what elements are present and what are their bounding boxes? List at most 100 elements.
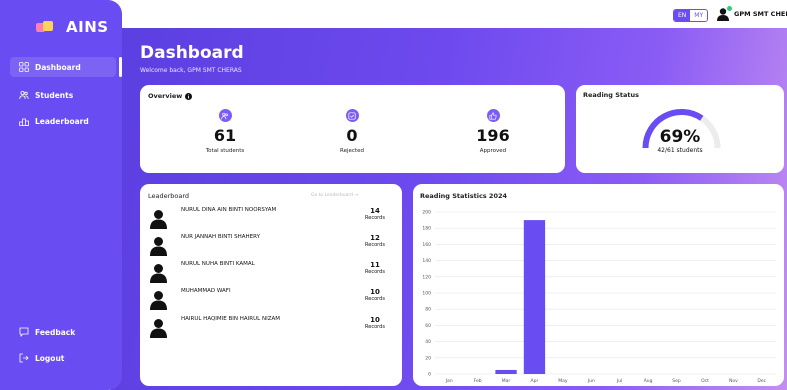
sidebar-item-label: Leaderboard	[35, 116, 89, 126]
y-tick-label: 100	[422, 291, 431, 297]
lang-my-button[interactable]: MY	[690, 10, 708, 21]
sidebar-item-label: Students	[35, 90, 74, 100]
stat-value: 0	[346, 126, 358, 145]
info-icon[interactable]	[185, 92, 193, 100]
reading-statistics-chart: 0 20 40 60 80 100 120 140 160 180 200 Jan Feb Mar Apr M…	[422, 210, 776, 384]
x-tick-label: Mar	[502, 378, 511, 384]
sidebar-item-students[interactable]: Students	[10, 85, 116, 105]
reading-percent: 69%	[659, 127, 701, 147]
check-square-icon	[345, 109, 359, 122]
stat-label: Approved	[479, 148, 507, 154]
go-to-leaderboard-link[interactable]: Go to Leaderboard →	[311, 193, 358, 198]
leaderboard-title: Leaderboard	[148, 192, 190, 200]
logout-icon	[19, 353, 29, 363]
student-name: NURUL NUHA BINTI KAMAL	[181, 261, 255, 267]
student-name: HAIRUL HAQIMIE BIN HAIRUL NIZAM	[181, 316, 280, 322]
app-logo[interactable]: AINS	[36, 18, 109, 36]
app-name: AINS	[66, 18, 109, 36]
stat-value: 196	[476, 126, 510, 145]
x-tick-label: Feb	[474, 378, 482, 384]
sidebar-item-dashboard[interactable]: Dashboard	[10, 57, 116, 77]
stat-approved: 196 Approved	[448, 109, 538, 154]
user-avatar-icon	[716, 6, 732, 21]
student-avatar-icon	[150, 210, 167, 229]
leaderboard-row[interactable]: MUHAMMAD WAFI 10 Records	[150, 288, 390, 312]
student-name: NURUL DINA AIN BINTI NOORSYAM	[181, 207, 277, 213]
student-avatar-icon	[150, 291, 167, 310]
leaderboard-row[interactable]: NURUL NUHA BINTI KAMAL 11 Records	[150, 261, 390, 285]
student-avatar-icon	[150, 264, 167, 283]
y-tick-label: 60	[425, 323, 431, 329]
x-tick-label: Jul	[616, 378, 622, 384]
student-name: MUHAMMAD WAFI	[181, 288, 231, 294]
stat-label: Total students	[205, 148, 245, 154]
y-tick-label: 80	[425, 307, 431, 313]
stat-label: Rejected	[340, 148, 364, 154]
grid-icon	[19, 62, 29, 72]
record-count-unit: Records	[365, 215, 385, 221]
record-count: 10 Records	[360, 288, 390, 302]
leaderboard-row[interactable]: HAIRUL HAQIMIE BIN HAIRUL NIZAM 10 Records	[150, 316, 390, 340]
x-tick-label: Nov	[729, 378, 738, 384]
y-tick-label: 0	[428, 372, 431, 378]
record-count-value: 10	[370, 288, 380, 296]
users-icon	[218, 109, 232, 122]
overview-card: Overview 61 Total students 0 Rejected 19…	[140, 85, 565, 173]
x-tick-label: May	[558, 378, 568, 384]
x-tick-label: Aug	[644, 378, 653, 384]
lang-en-button[interactable]: EN	[674, 10, 691, 21]
sidebar-item-logout[interactable]: Logout	[10, 348, 116, 368]
overview-title: Overview	[148, 92, 183, 100]
record-count-value: 10	[370, 316, 380, 324]
reading-statistics-card: Reading Statistics 2024 0 20 40 60 80 100 120 1…	[413, 184, 784, 386]
podium-icon	[19, 118, 29, 126]
x-tick-label: Apr	[531, 378, 539, 384]
student-avatar-icon	[150, 237, 167, 256]
stat-total-students: 61 Total students	[180, 109, 270, 154]
student-name: NUR JANNAH BINTI SHAHERY	[181, 234, 260, 240]
y-tick-label: 200	[422, 210, 431, 216]
y-tick-label: 180	[422, 226, 431, 232]
sidebar-item-label: Logout	[35, 353, 65, 363]
reading-detail: 42/61 students	[657, 147, 703, 154]
bar-apr[interactable]	[523, 220, 546, 374]
sidebar-item-leaderboard[interactable]: Leaderboard	[10, 111, 116, 131]
logo-icon	[36, 21, 54, 33]
stat-rejected: 0 Rejected	[307, 109, 397, 154]
sidebar-item-label: Dashboard	[35, 62, 81, 72]
x-tick-label: Jan	[445, 378, 453, 384]
record-count-unit: Records	[365, 324, 385, 330]
active-indicator	[119, 57, 122, 77]
page-title: Dashboard	[140, 43, 244, 63]
record-count-unit: Records	[365, 269, 385, 275]
reading-status-card: Reading Status 69% 42/61 students	[576, 85, 784, 173]
user-menu[interactable]: GPM SMT CHERAS	[716, 6, 787, 21]
record-count: 10 Records	[360, 316, 390, 330]
y-tick-label: 120	[422, 274, 431, 280]
record-count-value: 12	[370, 234, 380, 242]
x-tick-label: Sep	[672, 378, 681, 384]
student-avatar-icon	[150, 319, 167, 338]
welcome-text: Welcome back, GPM SMT CHERAS	[140, 67, 242, 74]
y-tick-label: 40	[425, 339, 431, 345]
sidebar: AINS Dashboard Students Leaderboard Feed…	[0, 0, 122, 390]
x-tick-label: Dec	[757, 378, 766, 384]
y-tick-label: 20	[425, 355, 431, 361]
language-switch[interactable]: EN MY	[673, 9, 709, 22]
record-count-value: 14	[370, 207, 380, 215]
x-tick-label: Jun	[587, 378, 595, 384]
record-count-unit: Records	[365, 242, 385, 248]
thumbs-up-icon	[486, 109, 500, 122]
y-tick-label: 140	[422, 258, 431, 264]
record-count-value: 11	[370, 261, 380, 269]
users-icon	[19, 90, 29, 100]
stat-value: 61	[213, 126, 237, 145]
message-icon	[19, 327, 29, 337]
sidebar-item-feedback[interactable]: Feedback	[10, 322, 116, 342]
bar-mar[interactable]	[495, 369, 517, 374]
y-tick-label: 160	[422, 242, 431, 248]
leaderboard-row[interactable]: NUR JANNAH BINTI SHAHERY 12 Records	[150, 234, 390, 258]
leaderboard-row[interactable]: NURUL DINA AIN BINTI NOORSYAM 14 Records	[150, 207, 390, 231]
x-tick-label: Oct	[701, 378, 709, 384]
record-count-unit: Records	[365, 296, 385, 302]
